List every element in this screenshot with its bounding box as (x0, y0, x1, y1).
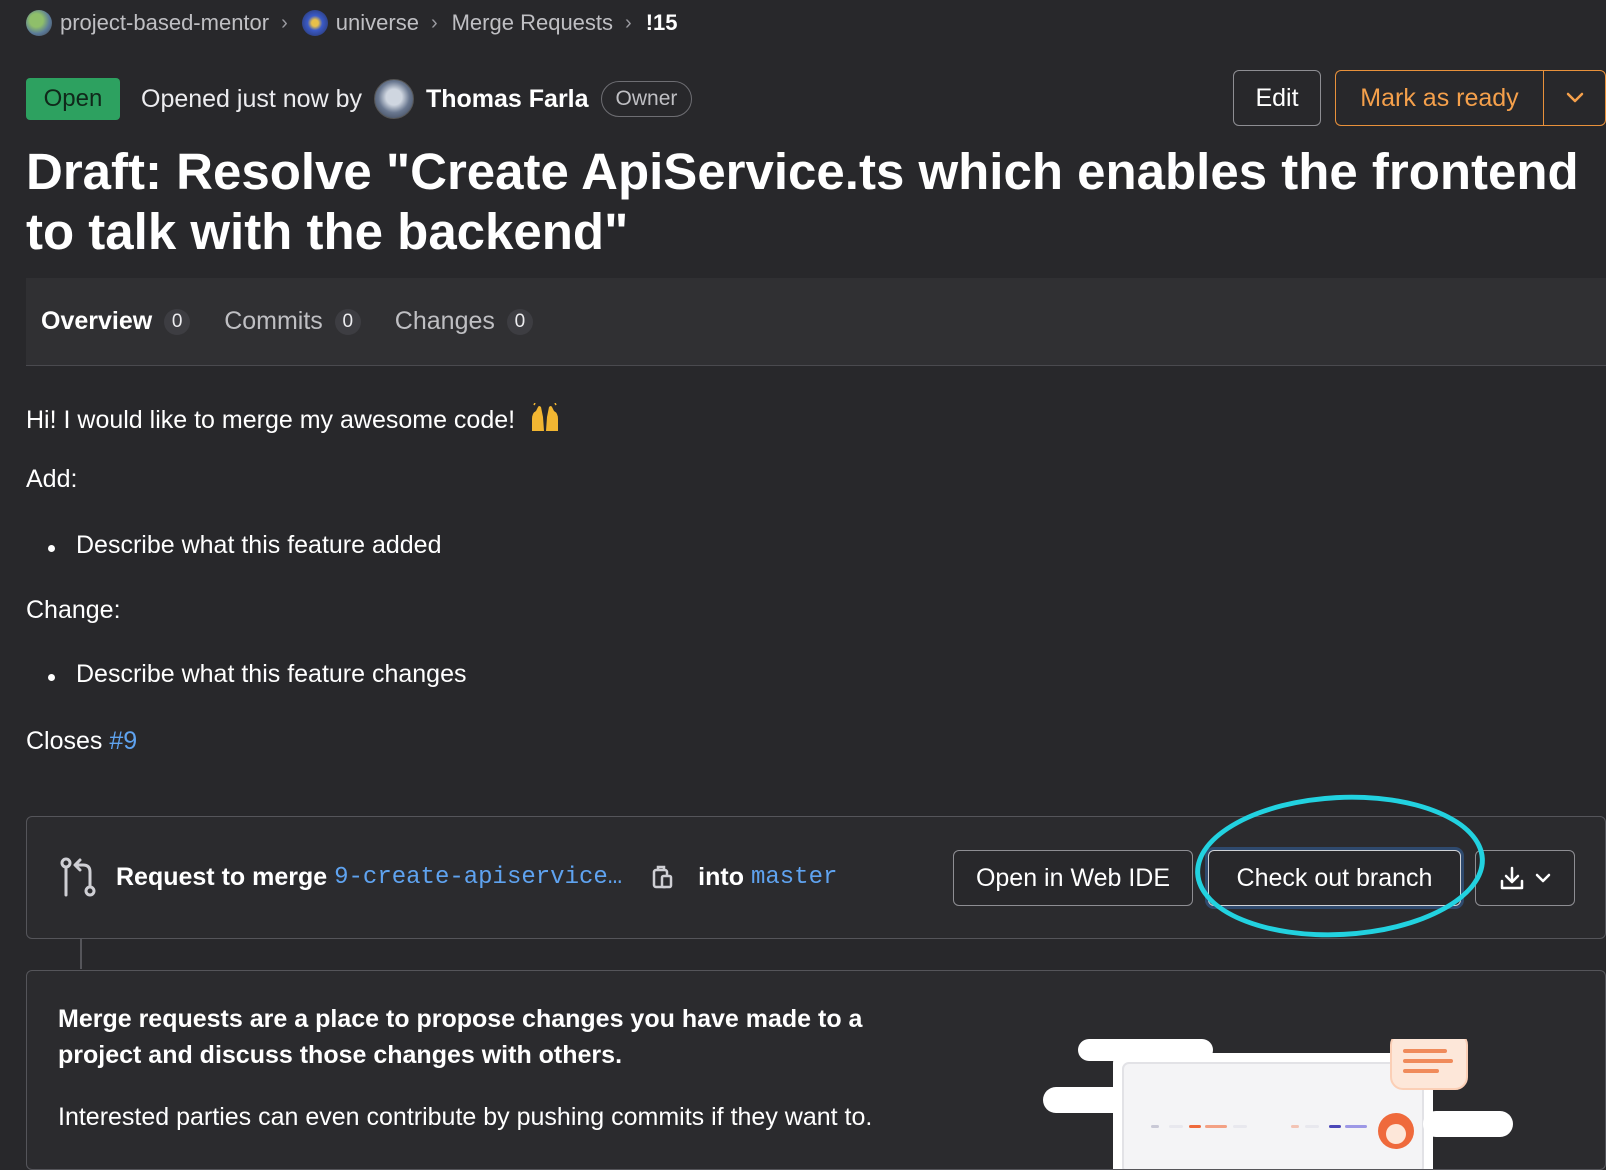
request-to-merge-label: Request to merge (116, 862, 328, 891)
add-list: Describe what this feature added (26, 531, 442, 560)
breadcrumb-project[interactable]: project-based-mentor (26, 10, 269, 36)
list-item: Describe what this feature added (26, 531, 442, 560)
merge-summary: Request to merge 9-create-apiservice… in… (116, 859, 837, 895)
project-avatar-icon (26, 10, 52, 36)
breadcrumb-current-label[interactable]: !15 (646, 10, 678, 36)
mark-as-ready-dropdown-button[interactable] (1543, 70, 1606, 126)
breadcrumb-project-label[interactable]: project-based-mentor (60, 10, 269, 36)
tab-commits-count: 0 (334, 308, 361, 335)
into-label: into (698, 862, 744, 891)
status-badge: Open (26, 78, 120, 120)
role-badge: Owner (600, 81, 693, 117)
author-name[interactable]: Thomas Farla (426, 85, 589, 114)
tab-overview-label: Overview (41, 307, 153, 335)
check-out-branch-button[interactable]: Check out branch (1208, 850, 1461, 906)
merge-request-icon (60, 857, 96, 897)
download-dropdown-button[interactable] (1475, 850, 1575, 906)
page-title: Draft: Resolve "Create ApiService.ts whi… (26, 143, 1579, 260)
tab-commits[interactable]: Commits 0 (224, 307, 361, 336)
description-intro-text: Hi! I would like to merge my awesome cod… (26, 406, 516, 434)
list-item: Describe what this feature changes (26, 660, 467, 689)
download-icon (1500, 866, 1524, 890)
tab-overview-count: 0 (164, 308, 191, 335)
change-heading: Change: (26, 596, 121, 624)
info-body: Interested parties can even contribute b… (58, 1103, 873, 1131)
breadcrumb-section-label[interactable]: Merge Requests (452, 10, 613, 36)
tabs-bar: Overview 0 Commits 0 Changes 0 (26, 278, 1606, 366)
chevron-right-icon: › (625, 11, 632, 34)
info-heading: Merge requests are a place to propose ch… (58, 1005, 863, 1069)
description-intro: Hi! I would like to merge my awesome cod… (26, 403, 562, 435)
breadcrumb-repo[interactable]: universe (301, 10, 419, 36)
tab-commits-label: Commits (224, 307, 323, 335)
chevron-right-icon: › (430, 11, 438, 34)
tab-changes-label: Changes (394, 307, 495, 335)
merge-request-widget: Request to merge 9-create-apiservice… in… (26, 816, 1606, 939)
target-branch-link[interactable]: master (751, 864, 837, 891)
opened-by: Opened just now by Thomas Farla Owner (141, 78, 693, 120)
tab-changes[interactable]: Changes 0 (395, 307, 533, 336)
closes-label: Closes (26, 727, 103, 755)
change-list: Describe what this feature changes (26, 660, 467, 689)
mark-as-ready-button[interactable]: Mark as ready (1335, 70, 1543, 126)
chevron-right-icon: › (281, 11, 288, 34)
timeline-connector (80, 939, 82, 969)
chevron-down-icon (1535, 873, 1551, 883)
breadcrumb-repo-label[interactable]: universe (336, 10, 419, 36)
closes-line: Closes #9 (26, 727, 137, 756)
repo-avatar-icon (301, 10, 328, 36)
opened-by-text: Opened just now by (141, 84, 362, 113)
breadcrumb-merge-requests[interactable]: Merge Requests (452, 10, 613, 36)
tab-changes-count: 0 (506, 308, 533, 335)
tab-overview[interactable]: Overview 0 (41, 307, 191, 336)
add-heading: Add: (26, 465, 78, 493)
merge-request-info-card: Merge requests are a place to propose ch… (26, 970, 1606, 1170)
breadcrumb: project-based-mentor › universe › Merge … (26, 10, 678, 36)
issue-link[interactable]: #9 (109, 727, 137, 755)
open-in-web-ide-button[interactable]: Open in Web IDE (953, 850, 1193, 906)
copy-icon[interactable] (652, 864, 674, 890)
merge-request-illustration-icon (1043, 1039, 1513, 1169)
raised-hands-emoji-icon (532, 403, 559, 431)
edit-button[interactable]: Edit (1233, 70, 1321, 126)
source-branch-link[interactable]: 9-create-apiservice… (334, 864, 622, 891)
breadcrumb-current[interactable]: !15 (646, 10, 678, 36)
chevron-down-icon (1566, 92, 1583, 103)
author-avatar[interactable] (373, 79, 414, 119)
